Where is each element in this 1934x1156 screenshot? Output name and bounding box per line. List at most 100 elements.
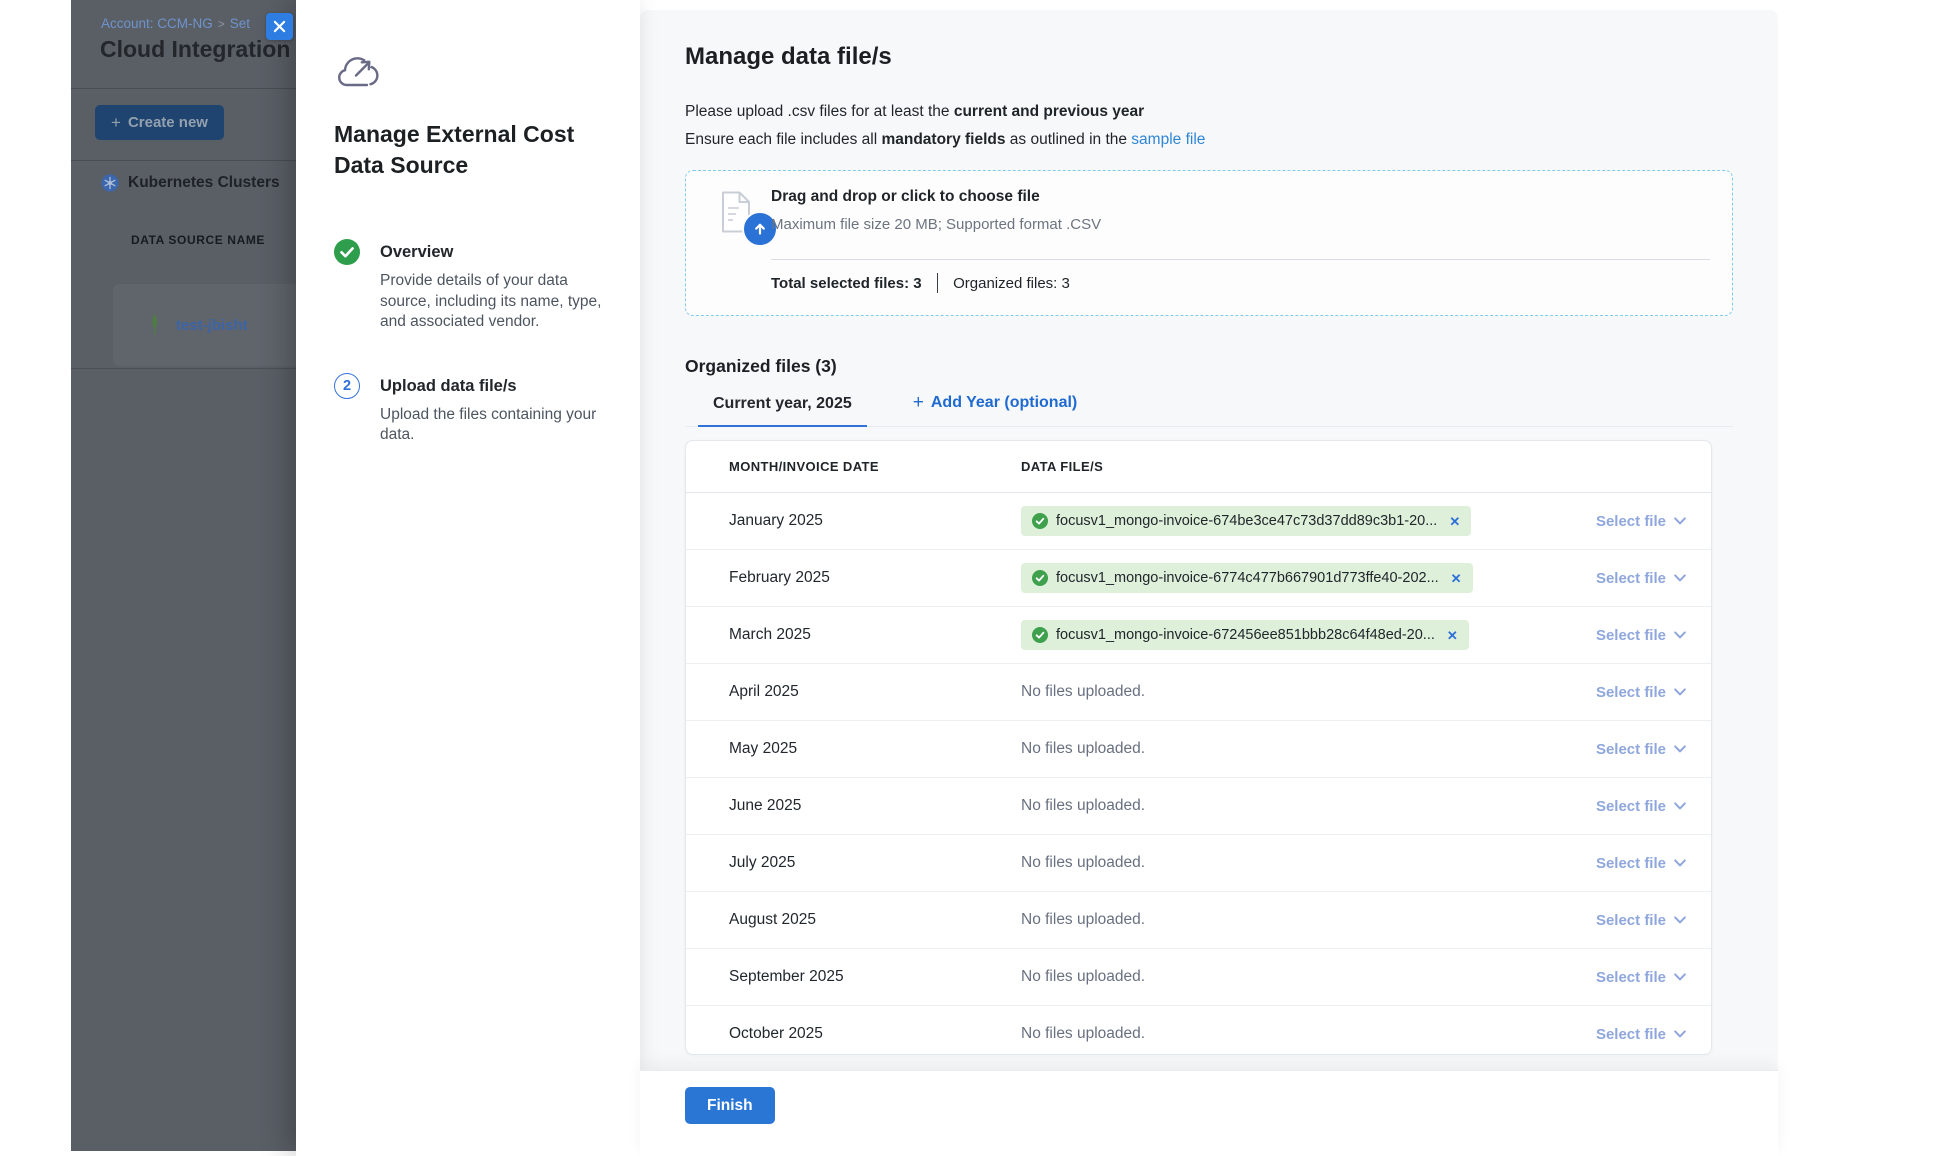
select-file-dropdown[interactable]: Select file [1596, 1026, 1686, 1043]
month-label: April 2025 [729, 683, 1021, 701]
sample-file-link[interactable]: sample file [1131, 131, 1205, 148]
no-files-text: No files uploaded. [1021, 968, 1145, 986]
table-row: August 2025 No files uploaded. Select fi… [686, 892, 1711, 949]
column-header-data-source-name: DATA SOURCE NAME [131, 233, 265, 247]
dropzone-subtitle: Maximum file size 20 MB; Supported forma… [771, 216, 1101, 233]
file-dropzone[interactable]: Drag and drop or click to choose file Ma… [685, 170, 1733, 316]
month-label: August 2025 [729, 911, 1021, 929]
chevron-down-icon [1674, 802, 1686, 810]
chevron-down-icon [1674, 517, 1686, 525]
wizard-steps: Overview Provide details of your data so… [334, 239, 604, 446]
close-icon [273, 20, 286, 33]
step-complete-check-icon [334, 239, 360, 265]
table-row: April 2025 No files uploaded. Select fil… [686, 664, 1711, 721]
select-file-dropdown[interactable]: Select file [1596, 741, 1686, 758]
step-description: Upload the files containing your data. [380, 405, 608, 446]
chevron-down-icon [1674, 916, 1686, 924]
divider [937, 273, 939, 293]
select-file-dropdown[interactable]: Select file [1596, 798, 1686, 815]
file-name: focusv1_mongo-invoice-6774c477b667901d77… [1056, 570, 1439, 586]
file-uploaded-check-icon [1032, 627, 1048, 643]
select-file-dropdown[interactable]: Select file [1596, 513, 1686, 530]
remove-file-icon[interactable]: ✕ [1447, 629, 1458, 642]
column-header-month: MONTH/INVOICE DATE [729, 459, 1021, 474]
month-label: July 2025 [729, 854, 1021, 872]
file-name: focusv1_mongo-invoice-674be3ce47c73d37dd… [1056, 513, 1437, 529]
divider [71, 368, 296, 369]
month-label: September 2025 [729, 968, 1021, 986]
step-label: Overview [380, 239, 608, 265]
month-label: October 2025 [729, 1025, 1021, 1043]
no-files-text: No files uploaded. [1021, 911, 1145, 929]
remove-file-icon[interactable]: ✕ [1449, 515, 1460, 528]
table-row: July 2025 No files uploaded. Select file [686, 835, 1711, 892]
step-upload-data-files[interactable]: 2 Upload data file/s Upload the files co… [334, 373, 604, 446]
file-uploaded-check-icon [1032, 513, 1048, 529]
select-file-dropdown[interactable]: Select file [1596, 855, 1686, 872]
chevron-down-icon [1674, 859, 1686, 867]
select-file-dropdown[interactable]: Select file [1596, 570, 1686, 587]
chevron-down-icon [1674, 1030, 1686, 1038]
chevron-down-icon [1674, 973, 1686, 981]
panel-title: Manage data file/s [685, 43, 1733, 71]
table-row: October 2025 No files uploaded. Select f… [686, 1006, 1711, 1055]
organized-files-count: Organized files: 3 [953, 275, 1070, 292]
wizard-title: Manage External Cost Data Source [334, 119, 599, 181]
kubernetes-icon [101, 174, 119, 192]
tab-kubernetes-clusters[interactable]: Kubernetes Clusters [101, 174, 280, 192]
file-chip: focusv1_mongo-invoice-6774c477b667901d77… [1021, 563, 1473, 593]
column-header-data-files: DATA FILE/S [1021, 459, 1103, 474]
table-row: February 2025 focusv1_mongo-invoice-6774… [686, 550, 1711, 607]
breadcrumb-setup-link[interactable]: Set [230, 16, 250, 31]
finish-button[interactable]: Finish [685, 1087, 775, 1124]
no-files-text: No files uploaded. [1021, 854, 1145, 872]
select-file-dropdown[interactable]: Select file [1596, 684, 1686, 701]
select-file-dropdown[interactable]: Select file [1596, 627, 1686, 644]
select-file-dropdown[interactable]: Select file [1596, 912, 1686, 929]
table-body: January 2025 focusv1_mongo-invoice-674be… [686, 493, 1711, 1055]
file-name: focusv1_mongo-invoice-672456ee851bbb28c6… [1056, 627, 1435, 643]
breadcrumb-account-link[interactable]: Account: CCM-NG [101, 16, 213, 31]
breadcrumb-separator: > [218, 17, 225, 31]
divider [71, 160, 296, 161]
mongodb-icon [147, 313, 162, 337]
add-year-button[interactable]: + Add Year (optional) [913, 394, 1078, 426]
step-overview[interactable]: Overview Provide details of your data so… [334, 239, 604, 333]
dropzone-stats: Total selected files: 3 Organized files:… [771, 273, 1070, 293]
organized-files-table: MONTH/INVOICE DATE DATA FILE/S January 2… [685, 440, 1712, 1055]
no-files-text: No files uploaded. [1021, 740, 1145, 758]
no-files-text: No files uploaded. [1021, 683, 1145, 701]
table-row: September 2025 No files uploaded. Select… [686, 949, 1711, 1006]
chevron-down-icon [1674, 745, 1686, 753]
year-tabs: Current year, 2025 + Add Year (optional) [685, 389, 1733, 427]
dimmed-background-page: Account: CCM-NG>Set Cloud Integration + … [71, 0, 296, 1151]
divider [771, 259, 1710, 260]
data-source-row[interactable]: test-jbisht [113, 284, 296, 366]
create-new-button[interactable]: + Create new [95, 105, 224, 140]
table-row: March 2025 focusv1_mongo-invoice-672456e… [686, 607, 1711, 664]
plus-icon: + [111, 113, 121, 133]
month-label: January 2025 [729, 512, 1021, 530]
tab-current-year[interactable]: Current year, 2025 [698, 395, 867, 427]
table-row: January 2025 focusv1_mongo-invoice-674be… [686, 493, 1711, 550]
file-chip: focusv1_mongo-invoice-674be3ce47c73d37dd… [1021, 506, 1471, 536]
breadcrumb[interactable]: Account: CCM-NG > Set [101, 16, 250, 31]
dialog-footer: Finish [640, 1070, 1778, 1156]
remove-file-icon[interactable]: ✕ [1451, 572, 1462, 585]
wizard-panel: Manage External Cost Data Source Overvie… [296, 0, 640, 1156]
step-number: 2 [334, 373, 360, 399]
file-chip: focusv1_mongo-invoice-672456ee851bbb28c6… [1021, 620, 1469, 650]
upload-instructions: Please upload .csv files for at least th… [685, 98, 1733, 154]
table-row: June 2025 No files uploaded. Select file [686, 778, 1711, 835]
close-dialog-button[interactable] [266, 13, 293, 40]
step-description: Provide details of your data source, inc… [380, 271, 608, 333]
manage-data-files-panel: Manage data file/s Please upload .csv fi… [640, 10, 1778, 1156]
chevron-down-icon [1674, 688, 1686, 696]
data-source-link[interactable]: test-jbisht [176, 317, 248, 334]
divider [71, 88, 296, 89]
month-label: February 2025 [729, 569, 1021, 587]
file-uploaded-check-icon [1032, 570, 1048, 586]
month-label: June 2025 [729, 797, 1021, 815]
select-file-dropdown[interactable]: Select file [1596, 969, 1686, 986]
no-files-text: No files uploaded. [1021, 797, 1145, 815]
